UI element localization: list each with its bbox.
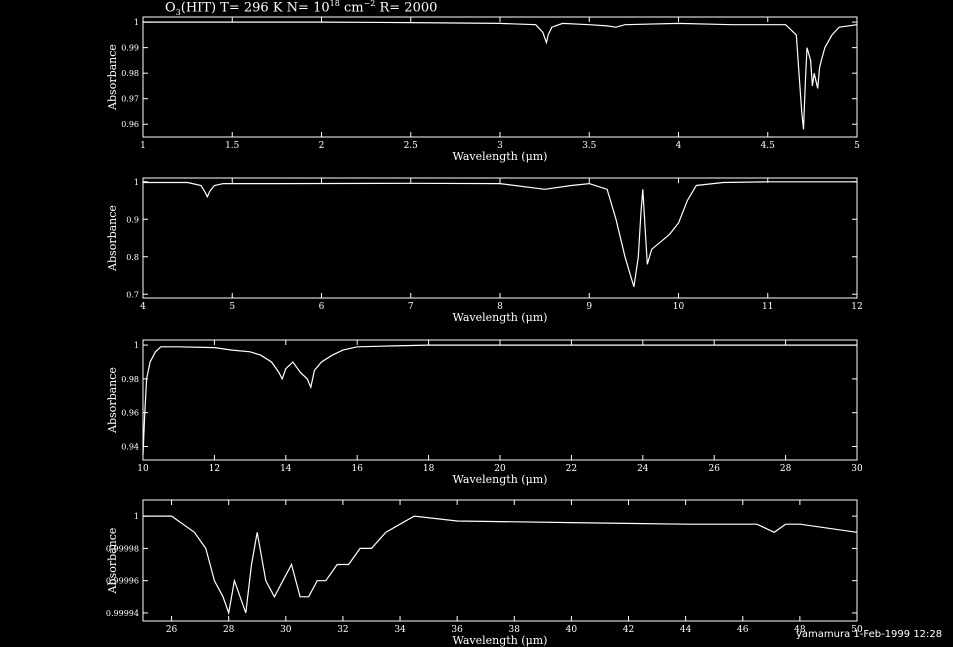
x-tick-label: 42 — [623, 625, 634, 635]
plot-panel-4: 26 28 30 32 34 36 38 40 42 44 46 48 500.999940.99996… — [106, 499, 863, 647]
y-tick-label: 0.96 — [121, 409, 139, 418]
y-axis-label: Absorbance — [106, 44, 119, 111]
x-tick-label: 9 — [586, 302, 592, 312]
y-tick-label: 0.98 — [121, 375, 139, 384]
y-tick-label: 1 — [134, 512, 139, 521]
x-tick-label: 30 — [851, 464, 863, 474]
y-tick-label: 0.98 — [121, 69, 139, 78]
x-axis-label: Wavelength (μm) — [453, 473, 548, 486]
x-tick-label: 11 — [762, 302, 773, 312]
x-tick-label: 26 — [166, 625, 178, 635]
y-axis-label: Absorbance — [106, 367, 119, 434]
x-tick-label: 3.5 — [582, 141, 597, 151]
x-tick-label: 2 — [319, 141, 325, 151]
x-tick-label: 34 — [394, 625, 406, 635]
x-tick-label: 1 — [140, 141, 146, 151]
page-title: O3(HIT) T= 296 K N= 1018 cm−2 R= 2000 — [165, 0, 438, 17]
x-tick-label: 10 — [137, 464, 149, 474]
plot-frame — [142, 177, 858, 299]
x-tick-label: 2.5 — [404, 141, 419, 151]
x-tick-label: 10 — [673, 302, 685, 312]
y-tick-label: 0.94 — [121, 442, 139, 451]
y-tick-label: 1 — [134, 18, 139, 27]
series-line-1 — [143, 21, 858, 130]
y-tick-label: 0.99 — [121, 44, 139, 53]
y-axis-label: Absorbance — [106, 205, 119, 272]
x-tick-label: 28 — [223, 625, 235, 635]
x-tick-label: 22 — [566, 464, 577, 474]
x-tick-label: 7 — [408, 302, 414, 312]
x-tick-label: 24 — [637, 464, 649, 474]
y-tick-label: 0.7 — [126, 290, 139, 299]
x-tick-label: 1.5 — [225, 141, 240, 151]
y-tick-label: 0.99994 — [106, 609, 139, 618]
x-tick-label: 12 — [209, 464, 220, 474]
y-tick-label: 1 — [134, 341, 139, 350]
y-tick-label: 0.96 — [121, 120, 139, 129]
x-axis-label: Wavelength (μm) — [453, 311, 548, 324]
series-line-1 — [143, 515, 858, 616]
y-tick-label: 0.9 — [126, 215, 139, 224]
plot-panel-3: 10 12 14 16 18 20 22 24 26 28 300.940.960.981Wavel… — [106, 339, 863, 486]
x-tick-label: 18 — [423, 464, 435, 474]
series-line-1 — [142, 344, 857, 455]
x-tick-label: 14 — [280, 464, 292, 474]
figure: 1 1.5 2 2.5 3 3.5 4 4.5 50.960.970.980.991Wavele… — [106, 16, 863, 647]
plot-panel-1: 1 1.5 2 2.5 3 3.5 4 4.5 50.960.970.980.991Wavele… — [106, 16, 860, 163]
x-axis-label: Wavelength (μm) — [453, 634, 548, 647]
plot-panel-2: 4 5 6 7 8 9 10 11 120.70.80.91Wavelength (μm)Abs… — [106, 177, 863, 324]
x-tick-label: 28 — [780, 464, 792, 474]
plot-frame — [142, 16, 858, 138]
x-tick-label: 44 — [680, 625, 692, 635]
y-tick-label: 0.97 — [121, 95, 139, 104]
plot-frame — [142, 499, 858, 622]
x-tick-label: 4.5 — [761, 141, 776, 151]
series-line-1 — [143, 181, 857, 287]
x-tick-label: 30 — [280, 625, 292, 635]
x-tick-label: 6 — [319, 302, 325, 312]
x-tick-label: 5 — [854, 141, 860, 151]
plot-frame — [142, 339, 858, 461]
x-tick-label: 16 — [351, 464, 363, 474]
x-tick-label: 46 — [737, 625, 749, 635]
x-tick-label: 26 — [708, 464, 720, 474]
footer-stamp: yamamura 1-Feb-1999 12:28 — [796, 629, 943, 640]
x-tick-label: 5 — [229, 302, 235, 312]
x-tick-label: 32 — [337, 625, 348, 635]
x-tick-label: 4 — [676, 141, 682, 151]
x-axis-label: Wavelength (μm) — [453, 150, 548, 163]
y-tick-label: 0.8 — [126, 253, 139, 262]
x-tick-label: 12 — [851, 302, 862, 312]
y-tick-label: 1 — [134, 178, 139, 187]
x-tick-label: 40 — [566, 625, 578, 635]
x-tick-label: 4 — [140, 302, 146, 312]
y-axis-label: Absorbance — [106, 528, 119, 595]
